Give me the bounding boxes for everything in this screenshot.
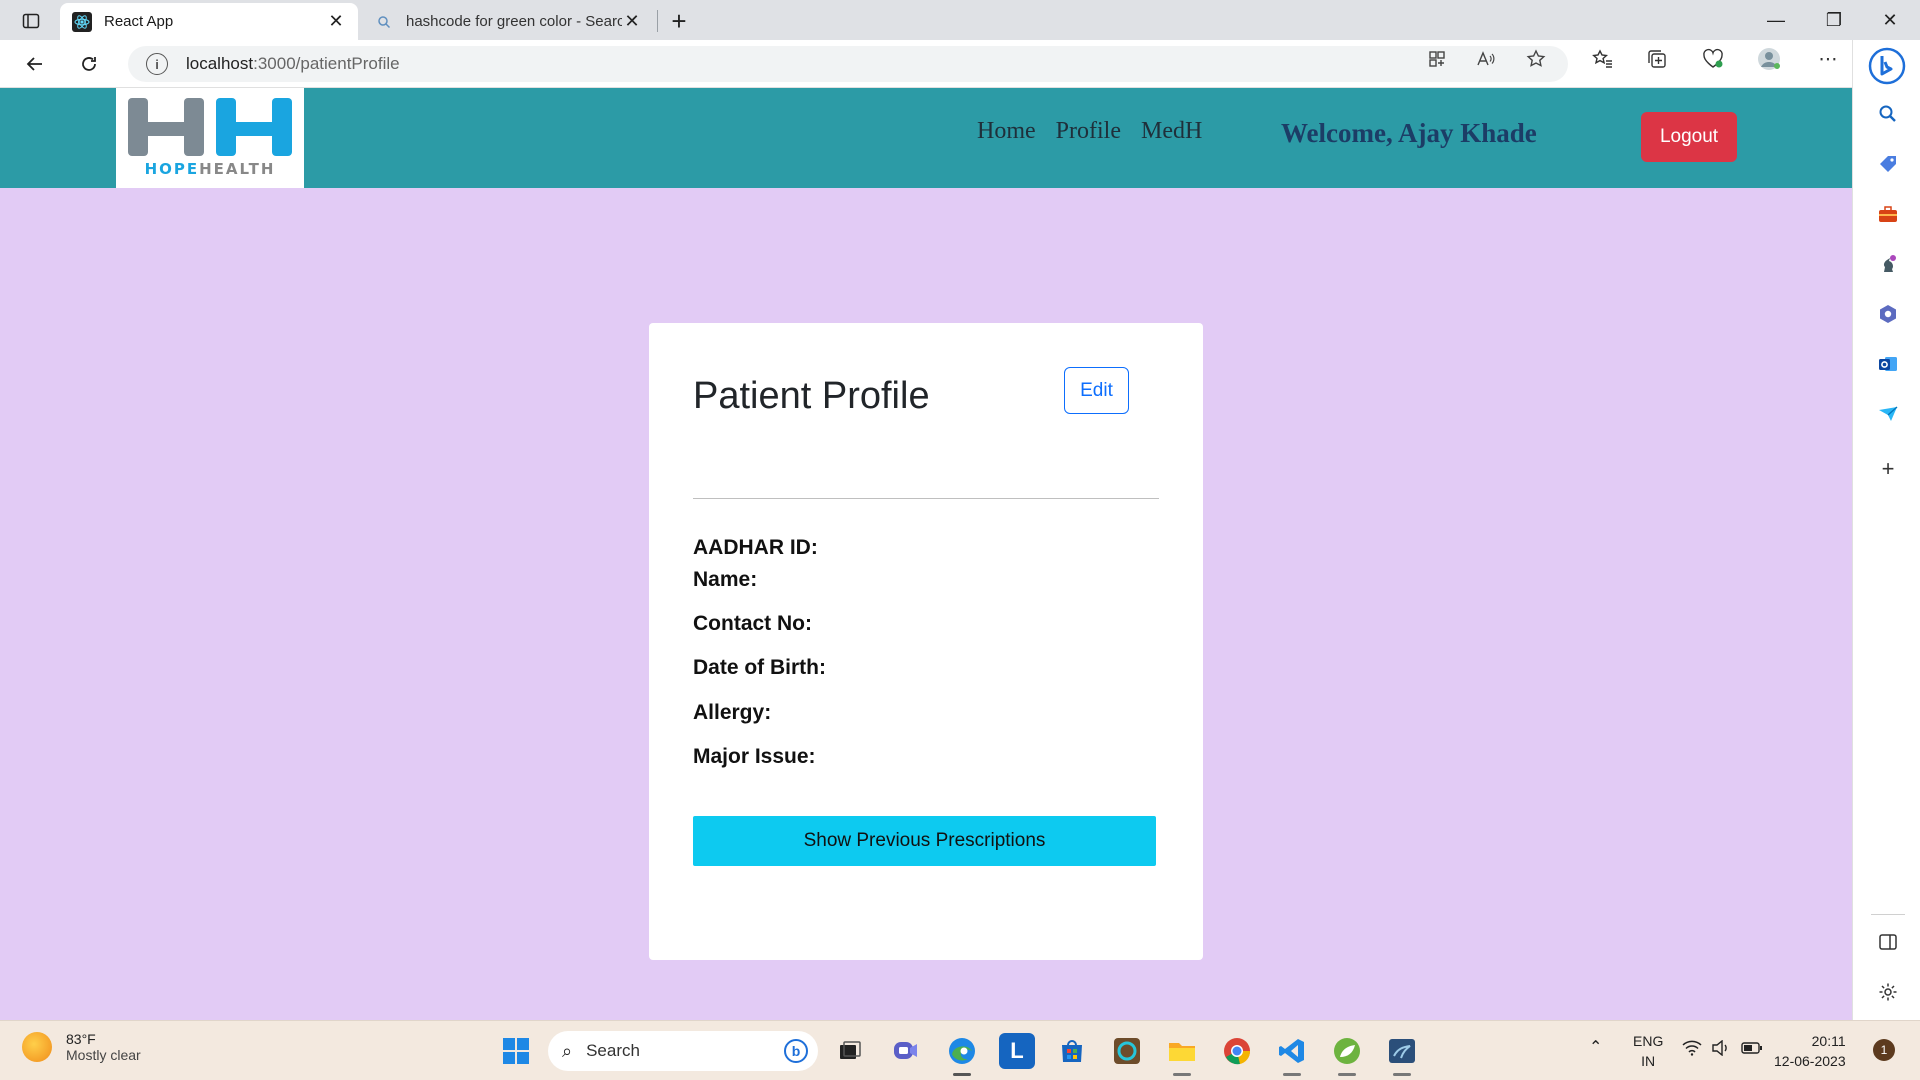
outlook-icon[interactable]: [1875, 351, 1901, 377]
edge-sidebar: +: [1852, 40, 1920, 1020]
tab-actions-icon[interactable]: [14, 8, 48, 34]
search-placeholder: Search: [586, 1041, 640, 1060]
nav-medh-link[interactable]: MedH: [1141, 118, 1202, 145]
refresh-icon[interactable]: [72, 48, 106, 80]
tab-search[interactable]: hashcode for green color - Searc ✕: [362, 3, 654, 40]
windows-taskbar: 83°F Mostly clear ⌕ Search b L ⌃ ENG IN …: [0, 1020, 1920, 1080]
patient-profile-card: Patient Profile Edit AADHAR ID: Name: Co…: [649, 323, 1203, 960]
games-chess-icon[interactable]: [1875, 251, 1901, 277]
alexa-app-icon[interactable]: [1109, 1033, 1145, 1069]
microsoft-365-icon[interactable]: [1875, 301, 1901, 327]
weather-moon-icon: [22, 1032, 52, 1062]
weather-temp: 83°F: [66, 1031, 96, 1047]
vscode-icon[interactable]: [1274, 1033, 1310, 1069]
read-aloud-icon[interactable]: [1475, 48, 1497, 70]
hide-sidebar-icon[interactable]: [1875, 929, 1901, 955]
teams-chat-icon[interactable]: [888, 1033, 924, 1069]
new-tab-button[interactable]: +: [664, 6, 694, 36]
field-date-of-birth: Date of Birth:: [693, 656, 826, 679]
main-nav: Home Profile MedH: [977, 118, 1202, 145]
browser-essentials-icon[interactable]: [1700, 46, 1726, 72]
microsoft-store-icon[interactable]: [1054, 1033, 1090, 1069]
logo-mark-icon: [128, 98, 292, 156]
profile-avatar-icon[interactable]: [1756, 46, 1782, 72]
app-header: HOPEHEALTH Home Profile MedH Welcome, Aj…: [0, 88, 1852, 188]
edit-profile-button[interactable]: Edit: [1064, 367, 1129, 414]
minimize-button[interactable]: —: [1748, 0, 1804, 40]
bing-icon: b: [784, 1039, 808, 1063]
page-title: Patient Profile: [693, 375, 930, 417]
tab-title: React App: [104, 13, 174, 30]
field-allergy: Allergy:: [693, 701, 772, 724]
sidebar-separator: [1871, 914, 1905, 915]
edge-browser-icon[interactable]: [944, 1033, 980, 1069]
field-major-issue: Major Issue:: [693, 745, 816, 768]
weather-desc: Mostly clear: [66, 1047, 141, 1063]
search-icon: ⌕: [562, 1040, 573, 1061]
search-favicon-icon: [374, 12, 394, 32]
field-aadhar-id: AADHAR ID:: [693, 536, 818, 559]
close-tab-icon[interactable]: ✕: [326, 11, 346, 32]
title-divider: [693, 498, 1159, 499]
add-sidebar-item-icon[interactable]: +: [1875, 456, 1901, 482]
tab-title: hashcode for green color - Searc: [406, 13, 622, 30]
system-clock[interactable]: 20:11 12-06-2023: [1774, 1031, 1846, 1071]
mysql-active-indicator: [1393, 1073, 1411, 1076]
notification-badge[interactable]: 1: [1873, 1039, 1895, 1061]
more-options-icon[interactable]: ⋯: [1815, 46, 1841, 72]
logo-text: HOPEHEALTH: [144, 160, 276, 178]
l-app-icon[interactable]: L: [999, 1033, 1035, 1069]
close-window-button[interactable]: ✕: [1862, 0, 1918, 40]
edge-active-indicator: [953, 1073, 971, 1076]
battery-icon[interactable]: [1741, 1041, 1763, 1058]
tab-separator: [657, 10, 658, 32]
field-name: Name:: [693, 568, 758, 591]
spring-active-indicator: [1338, 1073, 1356, 1076]
shopping-tag-icon[interactable]: [1875, 151, 1901, 177]
browser-toolbar: i localhost:3000/patientProfile ⋯: [0, 40, 1920, 88]
close-tab-icon[interactable]: ✕: [622, 11, 642, 32]
bing-copilot-icon[interactable]: [1867, 46, 1907, 86]
chrome-icon[interactable]: [1219, 1033, 1255, 1069]
favorite-star-icon[interactable]: [1525, 48, 1547, 70]
restore-button[interactable]: ❐: [1806, 0, 1862, 40]
settings-gear-icon[interactable]: [1875, 979, 1901, 1005]
collections-icon[interactable]: [1644, 46, 1670, 72]
taskbar-search-input[interactable]: ⌕ Search b: [548, 1031, 818, 1071]
search-icon[interactable]: [1875, 101, 1901, 127]
spring-tool-icon[interactable]: [1329, 1033, 1365, 1069]
url-text: localhost:3000/patientProfile: [186, 54, 400, 73]
tools-toolbox-icon[interactable]: [1875, 201, 1901, 227]
hopehealth-logo[interactable]: HOPEHEALTH: [116, 88, 304, 188]
address-bar[interactable]: i localhost:3000/patientProfile: [128, 46, 1568, 82]
task-view-icon[interactable]: [832, 1033, 868, 1069]
language-indicator[interactable]: ENG IN: [1633, 1031, 1663, 1071]
logout-button[interactable]: Logout: [1641, 112, 1737, 162]
clock-date: 12-06-2023: [1774, 1053, 1846, 1069]
send-drop-icon[interactable]: [1875, 401, 1901, 427]
clock-time: 20:11: [1811, 1033, 1846, 1049]
mysql-workbench-icon[interactable]: [1384, 1033, 1420, 1069]
welcome-message: Welcome, Ajay Khade: [1281, 118, 1537, 148]
app-available-icon[interactable]: [1426, 48, 1448, 70]
show-hidden-icons-chevron-up-icon[interactable]: ⌃: [1589, 1037, 1602, 1057]
nav-home-link[interactable]: Home: [977, 118, 1036, 145]
show-prescriptions-button[interactable]: Show Previous Prescriptions: [693, 816, 1156, 866]
favorites-icon[interactable]: [1589, 46, 1615, 72]
windows-start-icon[interactable]: [498, 1033, 534, 1069]
site-info-icon[interactable]: i: [146, 53, 168, 75]
vscode-active-indicator: [1283, 1073, 1301, 1076]
back-icon[interactable]: [18, 48, 52, 80]
browser-tab-bar: React App ✕ hashcode for green color - S…: [0, 0, 1920, 40]
tab-react-app[interactable]: React App ✕: [60, 3, 358, 40]
explorer-active-indicator: [1173, 1073, 1191, 1076]
file-explorer-icon[interactable]: [1164, 1033, 1200, 1069]
field-contact-no: Contact No:: [693, 612, 812, 635]
wifi-icon[interactable]: [1682, 1040, 1702, 1059]
nav-profile-link[interactable]: Profile: [1056, 118, 1121, 145]
weather-widget[interactable]: 83°F Mostly clear: [22, 1031, 141, 1063]
volume-icon[interactable]: [1711, 1039, 1731, 1059]
react-favicon-icon: [72, 11, 92, 32]
